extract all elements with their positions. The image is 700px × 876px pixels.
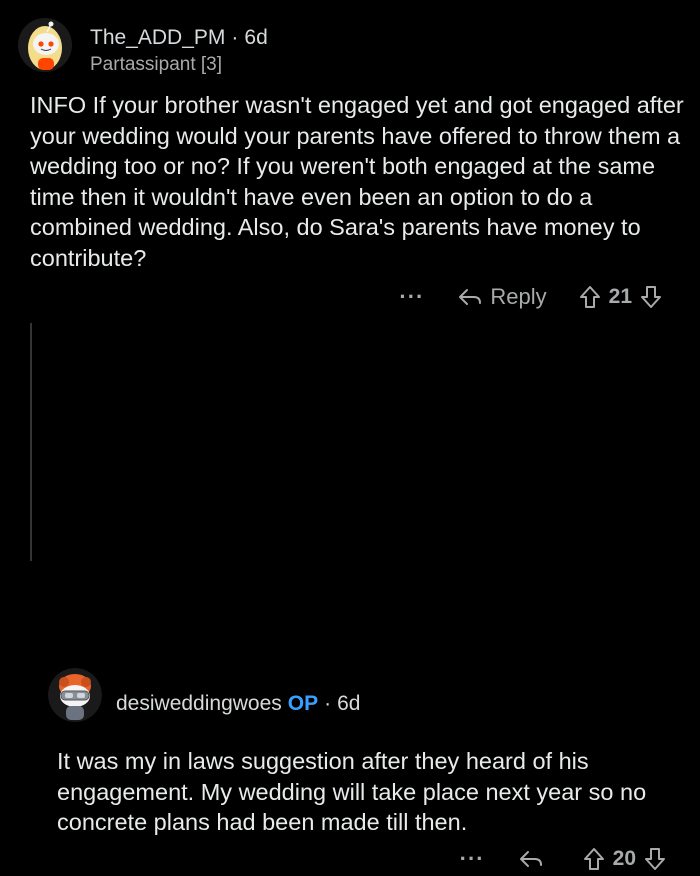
- more-options-button[interactable]: ···: [460, 846, 485, 872]
- meta-separator: ·: [231, 26, 239, 49]
- upvote-arrow-icon[interactable]: [583, 847, 605, 871]
- comment-body: It was my in laws suggestion after they …: [57, 748, 647, 835]
- user-flair: Partassipant [3]: [90, 54, 223, 75]
- vote-score: 21: [608, 285, 632, 308]
- reply-arrow-icon: [459, 289, 482, 305]
- downvote-arrow-icon[interactable]: [640, 285, 662, 309]
- comment-reply: desiweddingwoes OP · 6d It was my in laws s…: [0, 330, 700, 871]
- reply-arrow-icon: [519, 851, 542, 867]
- snoo-avatar-icon: [48, 668, 102, 722]
- op-badge: OP: [287, 692, 319, 715]
- comment-meta: desiweddingwoes OP · 6d: [116, 692, 360, 716]
- avatar[interactable]: [48, 668, 102, 722]
- upvote-arrow-icon[interactable]: [579, 285, 601, 309]
- more-options-button[interactable]: ···: [399, 284, 424, 310]
- comment-actions: ··· 20: [460, 842, 666, 876]
- comment-meta: The_ADD_PM · 6d: [90, 26, 268, 50]
- reply-button[interactable]: [519, 849, 551, 869]
- vote-control: 20: [583, 847, 666, 871]
- comment-age: 6d: [244, 26, 268, 49]
- downvote-arrow-icon[interactable]: [644, 847, 666, 871]
- comment-top-level: The_ADD_PM · 6d Partassipant [3] INFO If y…: [0, 0, 700, 330]
- comment-body: INFO If your brother wasn't engaged yet …: [30, 92, 684, 271]
- avatar[interactable]: [18, 18, 72, 72]
- comment-age: 6d: [337, 692, 361, 715]
- reply-button[interactable]: Reply: [458, 284, 547, 310]
- reply-label: Reply: [490, 284, 547, 309]
- vote-score: 20: [612, 847, 636, 870]
- username[interactable]: The_ADD_PM: [90, 26, 225, 49]
- username[interactable]: desiweddingwoes: [116, 692, 282, 715]
- meta-separator: ·: [324, 692, 332, 715]
- comment-actions: ··· Reply 21: [399, 280, 662, 314]
- snoo-avatar-icon: [18, 18, 72, 72]
- vote-control: 21: [579, 285, 662, 309]
